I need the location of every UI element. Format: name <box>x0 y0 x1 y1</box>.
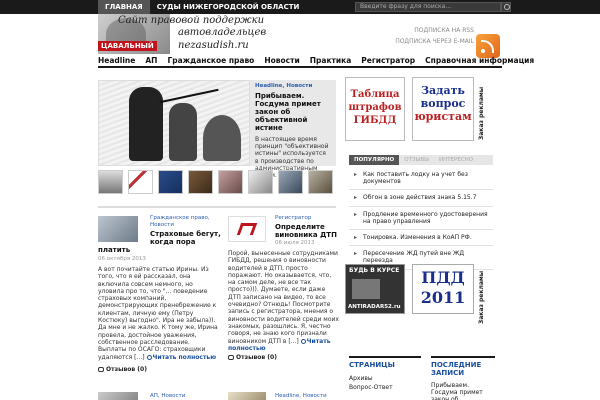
logo-title-line1: Сайт правовой поддержки <box>118 15 265 26</box>
pdd-2011-banner[interactable]: ПДД 2011 <box>412 264 474 314</box>
nav-ap[interactable]: АП <box>140 55 162 66</box>
post-thumbnail[interactable] <box>98 216 138 242</box>
order-ads-label[interactable]: Заказ рекламы <box>478 264 490 324</box>
thumbnail[interactable] <box>278 170 303 194</box>
nav-civil-law[interactable]: Гражданское право <box>162 55 259 66</box>
popular-item[interactable]: Как поставить лодку на учет без документ… <box>349 167 493 191</box>
popular-list: Как поставить лодку на учет без документ… <box>349 167 493 270</box>
comments-link[interactable]: Отзывов (0) <box>228 354 277 361</box>
subscribe-email-link[interactable]: ПОДПИСКА ЧЕРЕЗ E-MAIL <box>395 38 474 45</box>
pages-title: СТРАНИЦЫ <box>349 356 421 369</box>
post-title[interactable]: Определите виновника ДТП <box>275 223 339 239</box>
post-category[interactable]: Регистратор <box>275 215 311 222</box>
search-icon[interactable] <box>501 2 511 12</box>
arrow-circle-icon <box>146 354 152 360</box>
arrow-circle-icon <box>300 338 306 344</box>
fines-table-banner[interactable]: Таблица штрафов ГИБДД <box>345 77 405 141</box>
post-date: 06 октября 2013 <box>98 256 146 262</box>
tab-reviews[interactable]: ОТЗЫВЫ <box>399 155 434 165</box>
featured-title[interactable]: Прибываем. Госдума примет закон об объек… <box>255 92 331 132</box>
pages-item[interactable]: Архивы <box>349 374 393 383</box>
top-nav-home[interactable]: ГЛАВНАЯ <box>98 0 150 14</box>
thumbnail[interactable] <box>218 170 243 194</box>
post-category[interactable]: АП, Новости <box>150 393 185 400</box>
pages-item[interactable]: Вопрос-Ответ <box>349 383 393 392</box>
post-thumbnail[interactable] <box>98 392 138 400</box>
post-title[interactable]: Страховые бегут, когда пора <box>150 230 230 246</box>
site-header: Сайт правовой поддержки автовладельцев n… <box>98 14 502 54</box>
search-input[interactable]: Введите фразу для поиска... <box>355 2 501 12</box>
radar-device-image <box>352 279 380 299</box>
top-nav: ГЛАВНАЯ СУДЫ НИЖЕГОРОДСКОЙ ОБЛАСТИ <box>98 0 306 14</box>
tab-interesting[interactable]: ИНТЕРЕСНО <box>434 155 478 165</box>
post-title-cont[interactable]: платить <box>98 246 130 254</box>
thumbnail[interactable] <box>188 170 213 194</box>
popular-item[interactable]: Продление временного удостоверения на пр… <box>349 207 493 231</box>
post-excerpt: А вот почитайте статью Ирины. Из того, ч… <box>98 266 218 361</box>
pages-list: Архивы Вопрос-Ответ <box>349 374 393 392</box>
nav-reference[interactable]: Справочная информация <box>420 55 539 66</box>
tab-popular[interactable]: ПОПУЛЯРНО <box>349 155 400 165</box>
main-nav: Headline АП Гражданское право Новости Пр… <box>98 55 534 68</box>
order-ads-label[interactable]: Заказ рекламы <box>478 80 490 140</box>
nav-practice[interactable]: Практика <box>305 55 357 66</box>
nav-news[interactable]: Новости <box>259 55 304 66</box>
featured-panel: Headline, Новости Прибываем. Госдума при… <box>250 80 336 179</box>
featured-category[interactable]: Headline, Новости <box>255 83 331 89</box>
popular-item[interactable]: Тонировка. Изменения в КоАП РФ. <box>349 230 493 247</box>
top-nav-courts[interactable]: СУДЫ НИЖЕГОРОДСКОЙ ОБЛАСТИ <box>150 0 307 14</box>
comment-icon <box>228 355 234 360</box>
thumbnail[interactable] <box>308 170 333 194</box>
popular-item[interactable]: Обгон в зоне действия знака 5.15.7 <box>349 190 493 207</box>
post-excerpt: Порой, вынесенные сотрудниками ГИБДД, ре… <box>228 250 339 352</box>
read-more-link[interactable]: Читать полностью <box>146 354 216 361</box>
thumbnail[interactable] <box>248 170 273 194</box>
thumbnail[interactable] <box>158 170 183 194</box>
thumbnail[interactable] <box>98 170 123 194</box>
logo-title-line2: автовладельцев <box>178 27 267 38</box>
divider <box>98 206 336 208</box>
logo-title-line3: nezasudish.ru <box>178 40 249 51</box>
nav-headline[interactable]: Headline <box>98 55 140 66</box>
post-thumbnail[interactable] <box>228 216 266 242</box>
thumbnail[interactable] <box>128 170 153 194</box>
nav-registrator[interactable]: Регистратор <box>356 55 420 66</box>
post-date: 06 июля 2013 <box>275 240 315 246</box>
post-category[interactable]: Headline, Новости <box>275 393 327 400</box>
featured-image[interactable] <box>98 80 250 166</box>
post-thumbnail[interactable] <box>228 392 266 400</box>
comment-icon <box>98 367 104 372</box>
subscribe-rss-link[interactable]: ПОДПИСКА НА RSS <box>414 27 474 34</box>
featured-thumbnails <box>98 170 336 196</box>
post-category[interactable]: Гражданское право, Новости <box>150 215 230 228</box>
logo-red-label: ЦАВАЛЬНЫЙ <box>98 41 157 51</box>
latest-posts-title: ПОСЛЕДНИЕ ЗАПИСИ <box>431 356 495 377</box>
comments-link[interactable]: Отзывов (0) <box>98 366 147 373</box>
latest-post-item[interactable]: Прибываем. Госдума примет закон об <box>431 382 495 400</box>
site-logo[interactable]: Сайт правовой поддержки автовладельцев n… <box>98 14 266 54</box>
sidebar-tabs: ПОПУЛЯРНО ОТЗЫВЫ ИНТЕРЕСНО <box>349 155 493 165</box>
antiradar-banner[interactable]: БУДЬ В КУРСЕ ANTIRADAR52.ru <box>345 264 405 314</box>
ask-lawyers-banner[interactable]: Задать вопрос юристам <box>412 77 474 141</box>
